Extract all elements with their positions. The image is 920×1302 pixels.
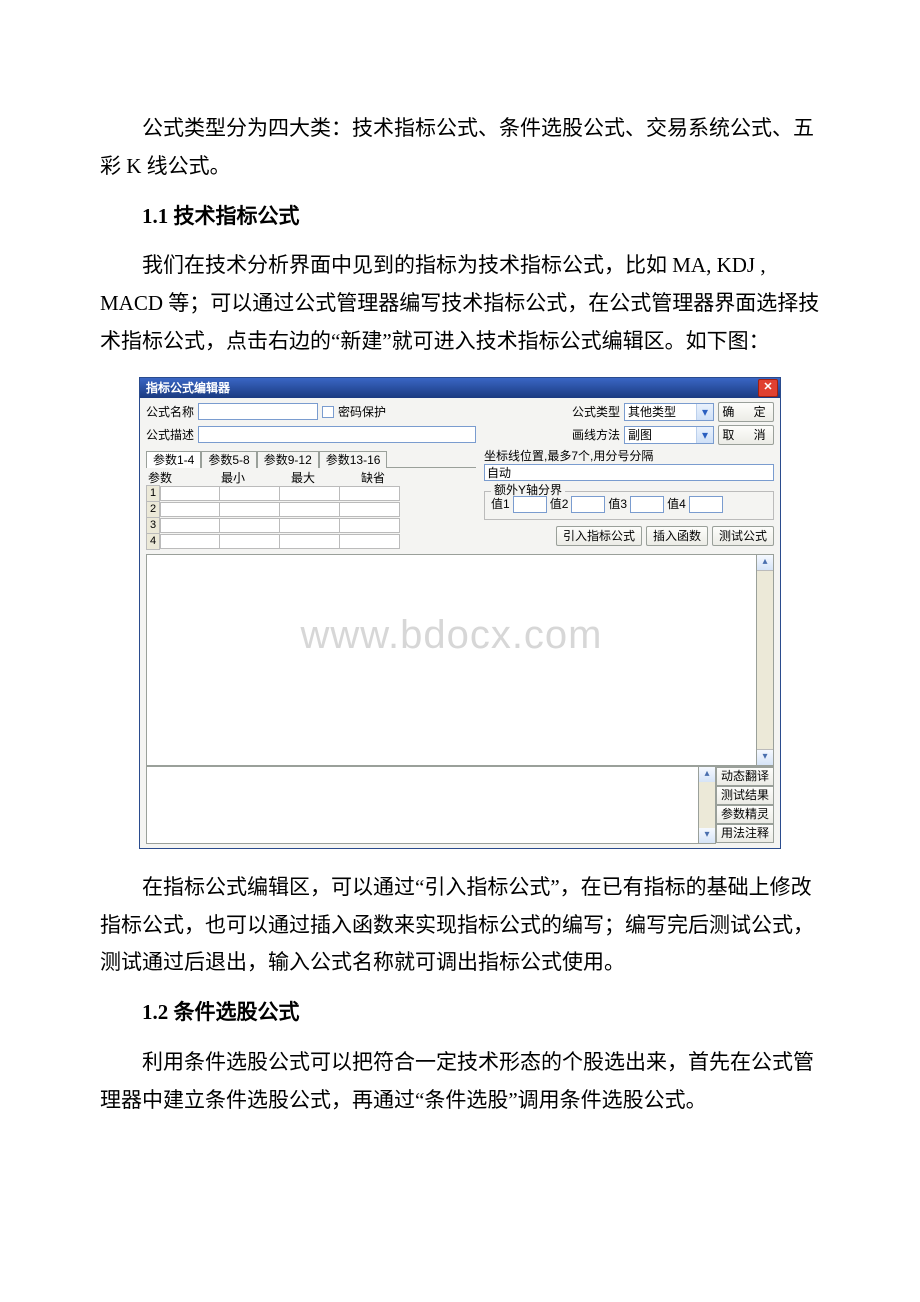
param-max-cell[interactable] <box>280 486 340 501</box>
param-header-min: 最小 <box>198 472 268 484</box>
password-checkbox[interactable] <box>322 406 334 418</box>
type-value: 其他类型 <box>628 406 696 418</box>
paragraph-after-figure: 在指标公式编辑区，可以通过“引入指标公式”，在已有指标的基础上修改指标公式，也可… <box>100 869 820 982</box>
formula-desc-input[interactable] <box>198 426 476 443</box>
coord-input[interactable] <box>484 464 774 481</box>
draw-label: 画线方法 <box>572 429 620 441</box>
formula-type-select[interactable]: 其他类型 ▾ <box>624 403 714 421</box>
formula-name-input[interactable] <box>198 403 318 420</box>
chevron-down-icon: ▾ <box>696 404 713 420</box>
param-row: 2 <box>146 502 476 518</box>
row-index: 2 <box>146 501 160 518</box>
param-header-max: 最大 <box>268 472 338 484</box>
type-label: 公式类型 <box>572 406 620 418</box>
desc-label: 公式描述 <box>146 429 194 441</box>
param-header-name: 参数 <box>146 472 198 484</box>
paragraph-1-2: 利用条件选股公式可以把符合一定技术形态的个股选出来，首先在公式管理器中建立条件选… <box>100 1044 820 1120</box>
val2-input[interactable] <box>571 496 605 513</box>
extra-y-fieldset: 额外Y轴分界 值1 值2 值3 值4 <box>484 491 774 520</box>
intro-paragraph: 公式类型分为四大类：技术指标公式、条件选股公式、交易系统公式、五彩 K 线公式。 <box>100 110 820 186</box>
draw-value: 副图 <box>628 429 696 441</box>
tab-params-13-16[interactable]: 参数13-16 <box>319 451 388 468</box>
test-result-button[interactable]: 测试结果 <box>716 786 774 805</box>
param-row: 1 <box>146 486 476 502</box>
param-default-cell[interactable] <box>340 518 400 533</box>
param-default-cell[interactable] <box>340 534 400 549</box>
window-title: 指标公式编辑器 <box>146 382 758 394</box>
dynamic-translate-button[interactable]: 动态翻译 <box>716 767 774 786</box>
val3-label: 值3 <box>608 498 627 510</box>
param-max-cell[interactable] <box>280 534 340 549</box>
val1-input[interactable] <box>513 496 547 513</box>
output-scrollbar[interactable]: ▴ ▾ <box>699 767 716 844</box>
param-name-cell[interactable] <box>160 502 220 517</box>
ok-button[interactable]: 确 定 <box>718 402 774 422</box>
insert-function-button[interactable]: 插入函数 <box>646 526 708 546</box>
param-name-cell[interactable] <box>160 486 220 501</box>
password-label: 密码保护 <box>338 406 386 418</box>
param-default-cell[interactable] <box>340 486 400 501</box>
formula-editor-window: 指标公式编辑器 ✕ 公式名称 密码保护 公式类型 其他类型 ▾ 确 定 公式描述 <box>139 377 781 849</box>
usage-note-button[interactable]: 用法注释 <box>716 824 774 843</box>
extra-y-legend: 额外Y轴分界 <box>491 484 565 496</box>
param-min-cell[interactable] <box>220 518 280 533</box>
draw-method-select[interactable]: 副图 ▾ <box>624 426 714 444</box>
val1-label: 值1 <box>491 498 510 510</box>
scroll-up-icon[interactable]: ▴ <box>757 555 773 571</box>
name-label: 公式名称 <box>146 406 194 418</box>
param-default-cell[interactable] <box>340 502 400 517</box>
heading-1-2: 1.2 条件选股公式 <box>100 994 820 1032</box>
coord-label: 坐标线位置,最多7个,用分号分隔 <box>484 449 653 463</box>
paragraph-1-1: 我们在技术分析界面中见到的指标为技术指标公式，比如 MA, KDJ , MACD… <box>100 247 820 360</box>
param-min-cell[interactable] <box>220 502 280 517</box>
output-pane[interactable] <box>146 767 699 844</box>
chevron-down-icon: ▾ <box>696 427 713 443</box>
val4-input[interactable] <box>689 496 723 513</box>
param-tabs: 参数1-4 参数5-8 参数9-12 参数13-16 <box>146 450 476 468</box>
titlebar: 指标公式编辑器 ✕ <box>140 378 780 398</box>
param-row: 3 <box>146 518 476 534</box>
cancel-button[interactable]: 取 消 <box>718 425 774 445</box>
val4-label: 值4 <box>667 498 686 510</box>
param-name-cell[interactable] <box>160 534 220 549</box>
row-index: 1 <box>146 485 160 502</box>
scroll-up-icon[interactable]: ▴ <box>699 767 715 782</box>
param-header-default: 缺省 <box>338 472 408 484</box>
val3-input[interactable] <box>630 496 664 513</box>
heading-1-1: 1.1 技术指标公式 <box>100 198 820 236</box>
close-icon[interactable]: ✕ <box>758 379 778 397</box>
param-wizard-button[interactable]: 参数精灵 <box>716 805 774 824</box>
import-formula-button[interactable]: 引入指标公式 <box>556 526 642 546</box>
param-max-cell[interactable] <box>280 518 340 533</box>
watermark-text: www.bdocx.com <box>301 615 603 655</box>
editor-scrollbar[interactable]: ▴ ▾ <box>757 555 774 766</box>
param-min-cell[interactable] <box>220 534 280 549</box>
formula-code-editor[interactable]: www.bdocx.com <box>146 555 757 766</box>
tab-params-9-12[interactable]: 参数9-12 <box>257 451 319 468</box>
param-min-cell[interactable] <box>220 486 280 501</box>
param-max-cell[interactable] <box>280 502 340 517</box>
row-index: 3 <box>146 517 160 534</box>
test-formula-button[interactable]: 测试公式 <box>712 526 774 546</box>
scroll-down-icon[interactable]: ▾ <box>699 828 715 843</box>
param-name-cell[interactable] <box>160 518 220 533</box>
tab-params-1-4[interactable]: 参数1-4 <box>146 451 201 468</box>
tab-params-5-8[interactable]: 参数5-8 <box>201 451 256 468</box>
param-row: 4 <box>146 534 476 550</box>
row-index: 4 <box>146 533 160 550</box>
param-table: 参数 最小 最大 缺省 1 2 <box>146 470 476 550</box>
val2-label: 值2 <box>550 498 569 510</box>
scroll-down-icon[interactable]: ▾ <box>757 749 773 765</box>
